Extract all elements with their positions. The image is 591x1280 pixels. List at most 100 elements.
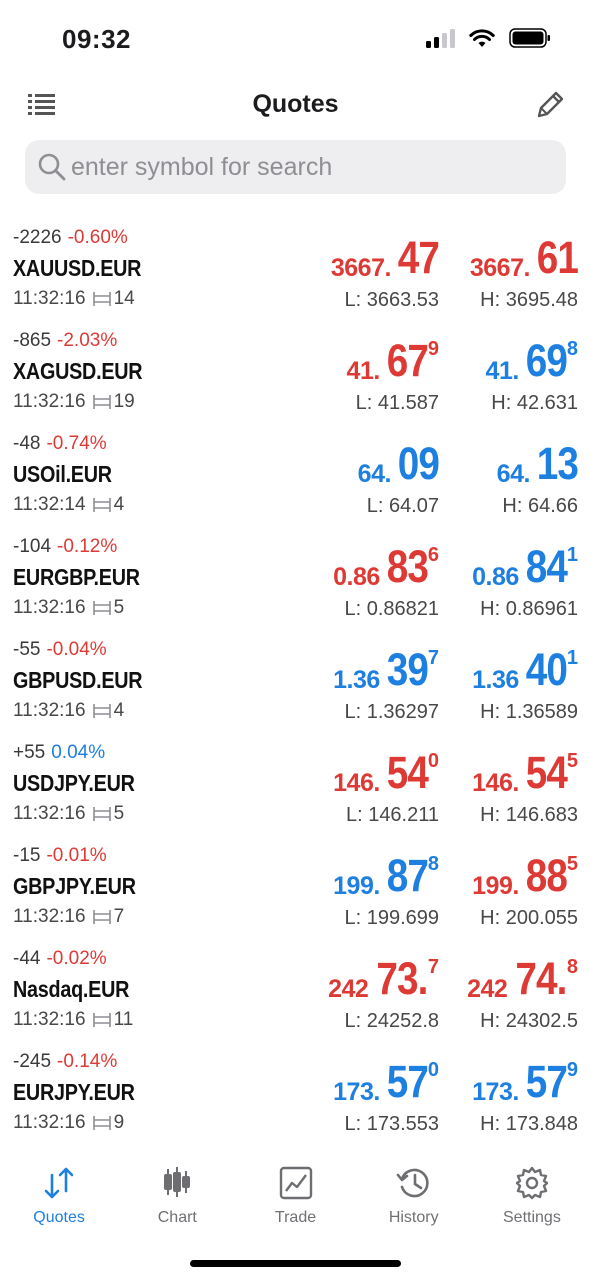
spread-icon	[92, 807, 111, 821]
home-indicator	[190, 1260, 401, 1267]
daily-change: -48 -0.74%	[13, 433, 107, 455]
ask-price: 146. 54 5	[418, 750, 578, 800]
status-bar: 09:32	[0, 0, 591, 80]
bid-price-prefix: 146.	[333, 769, 380, 797]
bid-price-prefix: 173.	[333, 1078, 380, 1106]
quote-row[interactable]: +55 0.04% USDJPY.EUR 11:32:16 5 146. 54 0 1…	[0, 740, 591, 843]
change-percent: -2.03%	[57, 330, 118, 351]
spread-value: 4	[113, 494, 125, 515]
quote-meta: 11:32:16 11	[13, 1009, 133, 1031]
quote-row[interactable]: -55 -0.04% GBPUSD.EUR 11:32:16 4 1.36 39 7 …	[0, 637, 591, 740]
quote-row[interactable]: -245 -0.14% EURJPY.EUR 11:32:16 9 173. 57 0…	[0, 1049, 591, 1152]
day-high: H: 173.848	[480, 1113, 578, 1135]
quote-time: 11:32:16	[13, 1009, 86, 1030]
spread-value: 19	[113, 391, 135, 412]
spread-icon	[92, 292, 111, 306]
tab-settings[interactable]: Settings	[473, 1155, 591, 1235]
change-percent: -0.01%	[46, 845, 107, 866]
trade-chart-icon	[279, 1166, 312, 1200]
quote-time: 11:32:16	[13, 288, 86, 309]
day-high: H: 200.055	[480, 907, 578, 929]
day-high: H: 146.683	[480, 804, 578, 826]
bid-price: 64. 09	[239, 441, 440, 491]
day-high: H: 3695.48	[480, 289, 578, 311]
bid-price: 41. 67 9	[239, 338, 439, 388]
ask-price-prefix: 242	[467, 975, 508, 1003]
change-points: -104	[13, 536, 52, 557]
spread-value: 14	[113, 288, 135, 309]
ask-price-fraction: 8	[566, 956, 578, 978]
quote-row[interactable]: -15 -0.01% GBPJPY.EUR 11:32:16 7 199. 87 8 …	[0, 843, 591, 946]
bid-price-prefix: 3667.	[330, 254, 392, 282]
ask-price: 1.36 40 1	[418, 647, 578, 697]
daily-change: -104 -0.12%	[13, 536, 117, 558]
quote-meta: 11:32:16 5	[13, 597, 124, 619]
tab-label: Trade	[274, 1209, 317, 1226]
spread-icon	[92, 1116, 111, 1130]
change-percent: -0.60%	[67, 227, 128, 248]
daily-change: -245 -0.14%	[13, 1051, 117, 1073]
day-low: L: 173.553	[344, 1113, 439, 1135]
quote-row[interactable]: -48 -0.74% USOil.EUR 11:32:14 4 64. 09 64.…	[0, 431, 591, 534]
day-low: L: 146.211	[345, 804, 439, 826]
day-low: L: 41.587	[355, 392, 439, 414]
search-input[interactable]	[71, 140, 551, 194]
battery-icon	[509, 28, 550, 48]
day-low: L: 24252.8	[344, 1010, 439, 1032]
ask-price-pips: 54	[525, 747, 568, 798]
tab-history[interactable]: History	[355, 1155, 473, 1235]
change-points: -2226	[13, 227, 62, 248]
tab-chart[interactable]: Chart	[118, 1155, 236, 1235]
quote-row[interactable]: -104 -0.12% EURGBP.EUR 11:32:16 5 0.86 83 6…	[0, 534, 591, 637]
quote-row[interactable]: -2226 -0.60% XAUUSD.EUR 11:32:16 14 3667.…	[0, 225, 591, 328]
symbol-name: USOil.EUR	[13, 461, 112, 487]
search-bar[interactable]	[25, 140, 566, 194]
ask-price-prefix: 0.86	[472, 563, 519, 591]
day-high: H: 42.631	[491, 392, 578, 414]
page-title: Quotes	[252, 90, 339, 118]
symbol-name: EURGBP.EUR	[13, 564, 140, 590]
bid-price: 1.36 39 7	[239, 647, 439, 697]
quote-row[interactable]: -865 -2.03% XAGUSD.EUR 11:32:16 19 41. 67 9…	[0, 328, 591, 431]
bid-price-prefix: 1.36	[333, 666, 380, 694]
quote-time: 11:32:16	[13, 597, 86, 618]
daily-change: -2226 -0.60%	[13, 227, 128, 249]
bid-price: 0.86 83 6	[239, 544, 439, 594]
spread-value: 11	[113, 1009, 134, 1030]
ask-price-prefix: 3667.	[469, 254, 531, 282]
quote-row[interactable]: -44 -0.02% Nasdaq.EUR 11:32:16 11 242 73. 7…	[0, 946, 591, 1049]
symbol-name: GBPUSD.EUR	[13, 667, 143, 693]
bid-price: 173. 57 0	[239, 1059, 439, 1109]
tab-quotes[interactable]: Quotes	[0, 1155, 118, 1235]
bid-price-prefix: 242	[328, 975, 369, 1003]
ask-price: 173. 57 9	[418, 1059, 578, 1109]
spread-value: 5	[113, 803, 125, 824]
ask-price-fraction: 5	[566, 853, 578, 875]
edit-pencil-icon[interactable]	[533, 88, 567, 122]
ask-price-fraction: 1	[566, 647, 578, 669]
status-time: 09:32	[62, 24, 131, 54]
change-percent: -0.12%	[57, 536, 118, 557]
ask-price: 0.86 84 1	[418, 544, 578, 594]
spread-value: 4	[113, 700, 125, 721]
symbol-name: Nasdaq.EUR	[13, 976, 130, 1002]
day-high: H: 24302.5	[480, 1010, 578, 1032]
ask-price-prefix: 199.	[472, 872, 519, 900]
quote-meta: 11:32:16 7	[13, 906, 124, 928]
bid-price-prefix: 199.	[333, 872, 380, 900]
ask-price: 199. 88 5	[418, 853, 578, 903]
ask-price-pips: 57	[525, 1056, 568, 1107]
change-percent: -0.74%	[46, 433, 107, 454]
ask-price-fraction: 8	[566, 338, 578, 360]
daily-change: +55 0.04%	[13, 742, 105, 764]
ask-price-pips: 69	[525, 335, 568, 386]
quote-time: 11:32:16	[13, 391, 86, 412]
quote-time: 11:32:16	[13, 906, 86, 927]
status-icons	[426, 28, 551, 48]
tab-trade[interactable]: Trade	[236, 1155, 354, 1235]
spread-value: 5	[113, 597, 125, 618]
spread-icon	[92, 498, 111, 512]
bid-price-prefix: 64.	[357, 460, 392, 488]
ask-price: 242 74. 8	[418, 956, 578, 1006]
ask-price-pips: 84	[525, 541, 568, 592]
